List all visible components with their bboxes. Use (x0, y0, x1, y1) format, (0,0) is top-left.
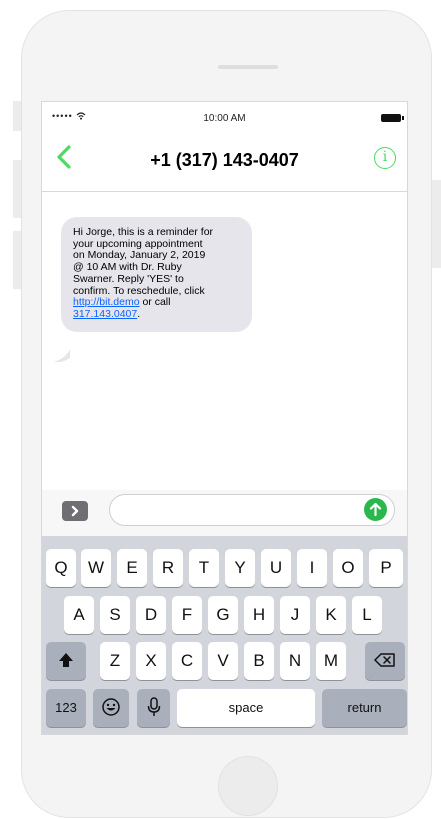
key-g[interactable]: G (208, 596, 238, 634)
key-s[interactable]: S (100, 596, 130, 634)
key-p[interactable]: P (369, 549, 403, 587)
key-a[interactable]: A (64, 596, 94, 634)
key-v[interactable]: V (208, 642, 238, 680)
key-l[interactable]: L (352, 596, 382, 634)
key-j[interactable]: J (280, 596, 310, 634)
key-t[interactable]: T (189, 549, 219, 587)
key-d[interactable]: D (136, 596, 166, 634)
key-r[interactable]: R (153, 549, 183, 587)
keyboard: Q W E R T Y U I O P A S D F G H J K L Z … (42, 536, 407, 734)
backspace-icon (374, 653, 395, 667)
status-bar: ••••• 10:00 AM (42, 102, 407, 130)
home-button[interactable] (218, 756, 278, 816)
key-f[interactable]: F (172, 596, 202, 634)
chevron-right-icon (71, 505, 79, 517)
key-q[interactable]: Q (46, 549, 76, 587)
dictation-key[interactable] (137, 689, 170, 727)
key-o[interactable]: O (333, 549, 363, 587)
key-z[interactable]: Z (100, 642, 130, 680)
app-drawer-button[interactable] (62, 501, 88, 521)
emoji-key[interactable] (93, 689, 129, 727)
key-x[interactable]: X (136, 642, 166, 680)
info-icon[interactable]: i (374, 147, 396, 169)
delete-key[interactable] (365, 642, 405, 680)
key-u[interactable]: U (261, 549, 291, 587)
key-y[interactable]: Y (225, 549, 255, 587)
message-line: Hi Jorge, this is a reminder for (73, 226, 214, 238)
numbers-key[interactable]: 123 (46, 689, 86, 727)
status-time: 10:00 AM (203, 113, 246, 124)
key-n[interactable]: N (280, 642, 310, 680)
space-key[interactable]: space (177, 689, 315, 727)
received-message-bubble: Hi Jorge, this is a reminder for your up… (61, 217, 252, 332)
phone-screen: ••••• 10:00 AM +1 (317) 143-0407 i Hi Jo… (41, 101, 408, 735)
url-link[interactable]: http://bit.demo (73, 296, 140, 308)
key-i[interactable]: I (297, 549, 327, 587)
microphone-icon (147, 697, 160, 716)
arrow-up-icon (369, 502, 382, 517)
battery-icon (381, 114, 404, 122)
key-w[interactable]: W (81, 549, 111, 587)
key-c[interactable]: C (172, 642, 202, 680)
shift-key[interactable] (46, 642, 86, 680)
message-input[interactable] (109, 494, 395, 526)
key-b[interactable]: B (244, 642, 274, 680)
bubble-tail (54, 349, 70, 363)
contact-phone-number[interactable]: +1 (317) 143-0407 (42, 150, 407, 171)
key-m[interactable]: M (316, 642, 346, 680)
message-line: 317.143.0407. (73, 307, 141, 320)
message-line: Swarner. Reply 'YES' to (73, 272, 184, 285)
phone-speaker (218, 65, 278, 69)
emoji-icon (102, 698, 120, 716)
phone-link[interactable]: 317.143.0407 (73, 308, 137, 320)
return-key[interactable]: return (322, 689, 407, 727)
shift-arrow-icon (59, 653, 73, 667)
key-k[interactable]: K (316, 596, 346, 634)
key-e[interactable]: E (117, 549, 147, 587)
send-button[interactable] (364, 498, 387, 521)
conversation-header: +1 (317) 143-0407 i (42, 130, 407, 192)
key-h[interactable]: H (244, 596, 274, 634)
